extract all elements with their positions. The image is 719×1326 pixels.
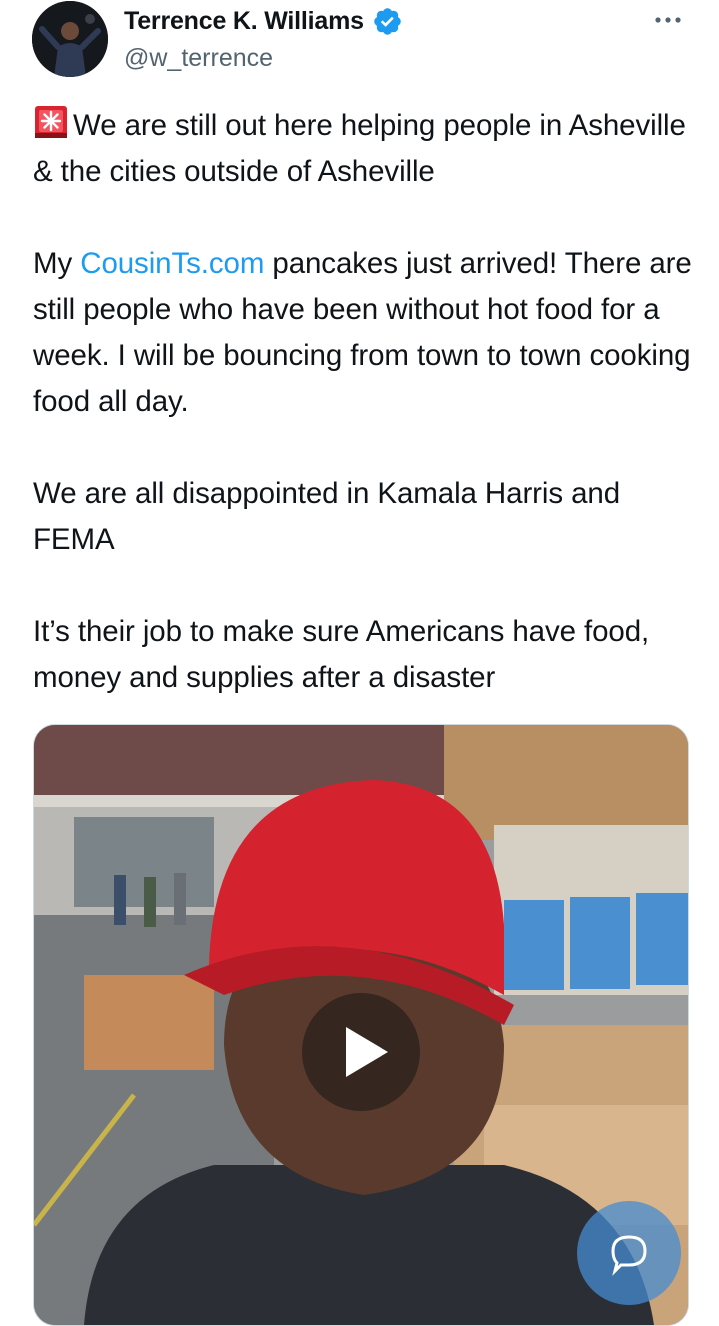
tweet-text-my: My (33, 247, 81, 280)
chat-icon (611, 1235, 647, 1276)
user-handle[interactable]: @w_terrence (124, 44, 403, 73)
more-options-icon[interactable] (653, 10, 683, 30)
verified-badge-icon (372, 6, 403, 37)
cousints-link[interactable]: CousinTs.com (80, 247, 264, 280)
play-icon (346, 1027, 388, 1077)
video-media[interactable] (33, 724, 689, 1326)
tweet-paragraph-3: We are all disappointed in Kamala Harris… (33, 477, 621, 556)
play-button[interactable] (302, 993, 420, 1111)
author-info: Terrence K. Williams @w_terrence (124, 4, 403, 73)
chat-bubble-button[interactable] (577, 1201, 681, 1305)
tweet-line-1: We are still out here helping people in … (33, 109, 686, 188)
user-avatar[interactable] (32, 1, 108, 77)
display-name[interactable]: Terrence K. Williams (124, 7, 364, 36)
tweet-paragraph-1: We are still out here helping people in … (33, 103, 703, 195)
tweet-paragraph-2: My CousinTs.com pancakes just arrived! T… (33, 241, 703, 425)
tweet-body: We are still out here helping people in … (33, 103, 703, 701)
name-row: Terrence K. Williams (124, 4, 403, 38)
tweet-paragraph-4: It’s their job to make sure Americans ha… (33, 615, 650, 694)
siren-emoji-icon (33, 104, 69, 140)
